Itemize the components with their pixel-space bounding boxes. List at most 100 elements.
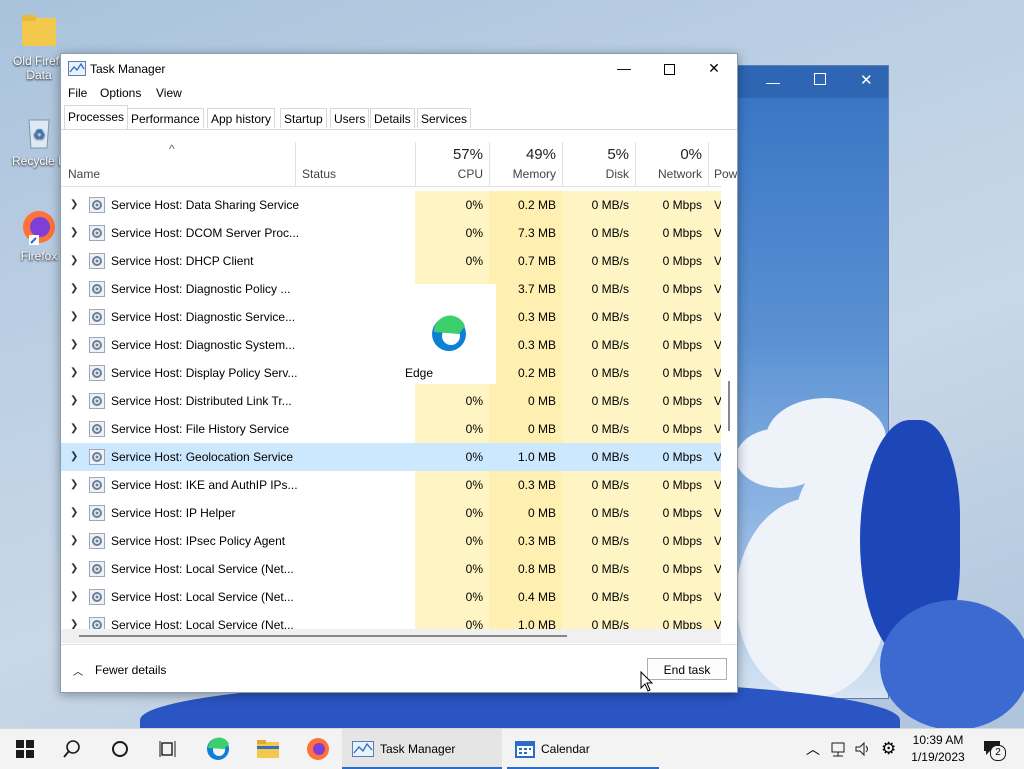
- tab-performance[interactable]: Performance: [127, 108, 204, 128]
- expand-chevron-icon[interactable]: ❯: [70, 563, 78, 574]
- taskbar-app-task-manager[interactable]: Task Manager: [342, 729, 502, 769]
- tab-processes[interactable]: Processes: [64, 105, 129, 129]
- vertical-scroll-thumb[interactable]: [728, 381, 730, 431]
- vertical-scrollbar[interactable]: [721, 186, 737, 629]
- expand-chevron-icon[interactable]: ❯: [70, 591, 78, 602]
- expand-chevron-icon[interactable]: ❯: [70, 311, 78, 322]
- process-name: Service Host: Local Service (Net...: [111, 590, 294, 604]
- expand-chevron-icon[interactable]: ❯: [70, 535, 78, 546]
- fewer-details-link[interactable]: Fewer details: [95, 663, 166, 677]
- menu-view[interactable]: View: [156, 86, 182, 100]
- background-window-titlebar[interactable]: — ✕: [736, 66, 888, 98]
- process-name: Service Host: IPsec Policy Agent: [111, 534, 286, 548]
- process-network: 0 Mbps: [635, 443, 708, 471]
- process-power: V: [708, 331, 721, 359]
- process-power: V: [708, 583, 721, 611]
- process-name: Service Host: Diagnostic System...: [111, 338, 296, 352]
- bg-maximize-icon[interactable]: [814, 73, 826, 85]
- process-row[interactable]: ❯ Service Host: Local Service (Net... 0% 1.…: [61, 611, 721, 629]
- process-network: 0 Mbps: [635, 191, 708, 219]
- column-power[interactable]: Pow: [708, 142, 737, 186]
- process-row[interactable]: ❯ Service Host: Diagnostic System... 0.3 M…: [61, 331, 721, 359]
- settings-gear-icon[interactable]: ⚙: [881, 729, 896, 769]
- task-view-button[interactable]: [152, 729, 182, 769]
- cortana-button[interactable]: [104, 729, 134, 769]
- process-row[interactable]: ❯ Service Host: Display Policy Serv... 0.2…: [61, 359, 721, 387]
- process-row[interactable]: ❯ Service Host: IPsec Policy Agent 0% 0.3 M…: [61, 527, 721, 555]
- process-row[interactable]: ❯ Service Host: IP Helper 0% 0 MB 0 MB/s 0 Mb…: [61, 499, 721, 527]
- tab-users[interactable]: Users: [330, 108, 370, 128]
- expand-chevron-icon[interactable]: ❯: [70, 619, 78, 629]
- volume-icon[interactable]: [854, 741, 872, 757]
- process-power: V: [708, 611, 721, 629]
- process-cpu: 0%: [415, 583, 489, 611]
- expand-chevron-icon[interactable]: ❯: [70, 339, 78, 350]
- taskbar-app-calendar[interactable]: Calendar: [507, 729, 659, 769]
- expand-chevron-icon[interactable]: ❯: [70, 507, 78, 518]
- title-bar[interactable]: Task Manager — ✕: [61, 54, 737, 82]
- horizontal-scroll-thumb[interactable]: [79, 635, 567, 637]
- process-network: 0 Mbps: [635, 331, 708, 359]
- process-row[interactable]: ❯ Service Host: IKE and AuthIP IPs... 0% 0.…: [61, 471, 721, 499]
- background-window[interactable]: — ✕: [735, 65, 889, 699]
- expand-chevron-icon[interactable]: ❯: [70, 227, 78, 238]
- process-row[interactable]: ❯ Service Host: File History Service 0% 0 M…: [61, 415, 721, 443]
- horizontal-scrollbar[interactable]: [61, 629, 721, 643]
- column-memory[interactable]: 49% Memory: [489, 142, 562, 186]
- process-disk: 0 MB/s: [562, 275, 635, 303]
- taskbar-firefox[interactable]: [300, 729, 336, 769]
- bg-close-icon[interactable]: ✕: [860, 71, 873, 89]
- network-total: 0%: [680, 146, 702, 163]
- tab-details[interactable]: Details: [370, 108, 415, 128]
- expand-chevron-icon[interactable]: ❯: [70, 283, 78, 294]
- search-button[interactable]: [56, 729, 86, 769]
- expand-chevron-icon[interactable]: ❯: [70, 423, 78, 434]
- close-button[interactable]: ✕: [691, 54, 737, 82]
- chevron-up-icon[interactable]: ︿: [73, 663, 83, 678]
- column-disk[interactable]: 5% Disk: [562, 142, 635, 186]
- expand-chevron-icon[interactable]: ❯: [70, 199, 78, 210]
- footer: ︿ Fewer details End task: [61, 644, 737, 693]
- maximize-button[interactable]: [646, 54, 692, 82]
- clock[interactable]: 10:39 AM 1/19/2023: [906, 732, 970, 766]
- tab-app-history[interactable]: App history: [207, 108, 276, 128]
- column-network[interactable]: 0% Network: [635, 142, 708, 186]
- process-cpu: 0%: [415, 191, 489, 219]
- taskbar-edge[interactable]: [200, 729, 236, 769]
- process-row[interactable]: ❯ Service Host: Distributed Link Tr... 0% 0…: [61, 387, 721, 415]
- tab-startup[interactable]: Startup: [280, 108, 327, 128]
- process-row[interactable]: ❯ Service Host: Local Service (Net... 0% 0.…: [61, 555, 721, 583]
- show-hidden-icons-chevron-icon[interactable]: ︿: [806, 729, 820, 769]
- menu-options[interactable]: Options: [100, 86, 141, 100]
- start-button[interactable]: [12, 729, 38, 769]
- process-row[interactable]: ❯ Service Host: Geolocation Service 0% 1.0 …: [61, 443, 721, 471]
- service-gear-icon: [89, 309, 105, 325]
- memory-label: Memory: [512, 167, 556, 181]
- process-row[interactable]: ❯ Service Host: Diagnostic Service... 0.3 …: [61, 303, 721, 331]
- search-icon: [63, 740, 80, 758]
- bg-minimize-icon[interactable]: —: [766, 74, 780, 90]
- process-disk: 0 MB/s: [562, 611, 635, 629]
- process-row[interactable]: ❯ Service Host: Diagnostic Policy ... 3.7 …: [61, 275, 721, 303]
- column-status-cell[interactable]: Status: [295, 142, 415, 186]
- process-name: Service Host: Local Service (Net...: [111, 618, 294, 629]
- notification-center-button[interactable]: 2: [982, 739, 1006, 761]
- expand-chevron-icon[interactable]: ❯: [70, 479, 78, 490]
- minimize-button[interactable]: —: [601, 54, 647, 82]
- process-row[interactable]: ❯ Service Host: Local Service (Net... 0% 0.…: [61, 583, 721, 611]
- expand-chevron-icon[interactable]: ❯: [70, 395, 78, 406]
- expand-chevron-icon[interactable]: ❯: [70, 255, 78, 266]
- tab-services[interactable]: Services: [417, 108, 472, 128]
- process-row[interactable]: ❯ Service Host: DHCP Client 0% 0.7 MB 0 MB/s…: [61, 247, 721, 275]
- process-row[interactable]: ❯ Service Host: DCOM Server Proc... 0% 7.3 …: [61, 219, 721, 247]
- process-row[interactable]: ❯ Service Host: Data Sharing Service 0% 0.2…: [61, 191, 721, 219]
- column-name[interactable]: Name: [68, 167, 100, 181]
- service-gear-icon: [89, 281, 105, 297]
- column-cpu[interactable]: 57% CPU: [415, 142, 489, 186]
- expand-chevron-icon[interactable]: ❯: [70, 451, 78, 462]
- network-icon[interactable]: [830, 741, 848, 757]
- end-task-button[interactable]: End task: [647, 658, 727, 680]
- expand-chevron-icon[interactable]: ❯: [70, 367, 78, 378]
- menu-file[interactable]: File: [68, 86, 87, 100]
- taskbar-file-explorer[interactable]: [250, 729, 286, 769]
